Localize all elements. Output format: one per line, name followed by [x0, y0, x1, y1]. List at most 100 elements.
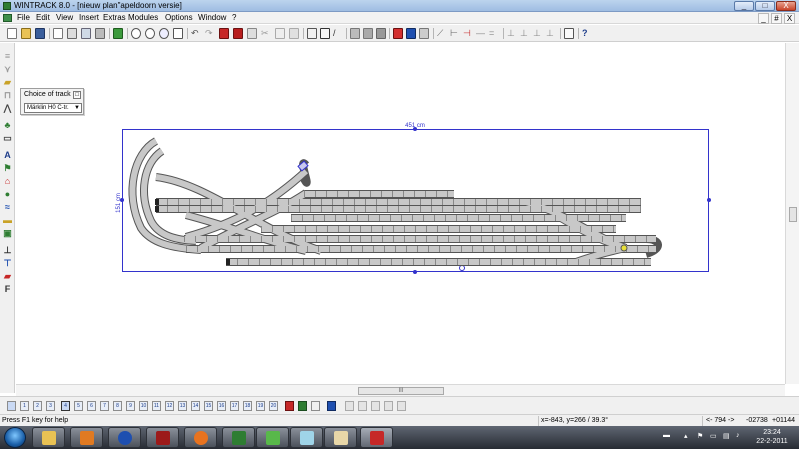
palette-font-icon[interactable]: F	[3, 285, 12, 294]
tray-keyboard-icon[interactable]: ▬	[663, 432, 670, 439]
palette-scenery-icon[interactable]: ▰	[3, 78, 12, 87]
zoom-all-icon[interactable]	[173, 28, 183, 39]
layer-9-button[interactable]: 9	[126, 401, 135, 411]
page-setup-icon[interactable]	[81, 28, 91, 39]
layer-lock-icon[interactable]	[311, 401, 320, 411]
cut-icon[interactable]: ✂	[261, 28, 271, 39]
palette-turnout-icon[interactable]: ⋎	[3, 65, 12, 74]
level-4-icon[interactable]	[384, 401, 393, 411]
layer-1-button[interactable]: 1	[20, 401, 29, 411]
level-2-icon[interactable]	[358, 401, 367, 411]
paste-icon[interactable]	[289, 28, 299, 39]
menu-edit[interactable]: Edit	[36, 13, 50, 23]
mdi-minimize-button[interactable]: _	[758, 13, 769, 24]
layer-13-button[interactable]: 13	[178, 401, 187, 411]
tray-flag-icon[interactable]: ⚑	[697, 432, 703, 440]
layer-manager-icon[interactable]	[327, 401, 336, 411]
palette-bridge-icon[interactable]: ⊓	[3, 91, 12, 100]
taskbar-app-6[interactable]	[222, 427, 255, 448]
layer-visibility-icon[interactable]	[298, 401, 307, 411]
palette-height-icon[interactable]: ⊥	[3, 246, 12, 255]
palette-water-icon[interactable]: ≈	[3, 203, 12, 212]
undo-icon[interactable]: ↶	[191, 28, 201, 39]
palette-map-icon[interactable]: ▣	[3, 229, 12, 238]
line-icon[interactable]: /	[333, 28, 343, 39]
layer-2-button[interactable]: 2	[33, 401, 42, 411]
print-icon[interactable]	[67, 28, 77, 39]
start-button[interactable]	[4, 427, 26, 448]
horizontal-scrollbar[interactable]: III	[16, 384, 785, 396]
snap-icon[interactable]: ⊥	[520, 28, 530, 39]
center-icon[interactable]	[564, 28, 574, 39]
horizontal-scroll-thumb[interactable]: III	[358, 387, 444, 395]
layer-11-button[interactable]: 11	[152, 401, 161, 411]
height-icon[interactable]	[419, 28, 429, 39]
taskbar-app-7[interactable]	[256, 427, 289, 448]
menu-help[interactable]: ?	[232, 13, 236, 23]
level-1-icon[interactable]	[345, 401, 354, 411]
layer-12-button[interactable]: 12	[165, 401, 174, 411]
layer-icon[interactable]: ⊥	[533, 28, 543, 39]
layer-15-button[interactable]: 15	[204, 401, 213, 411]
palette-wall-icon[interactable]: ▰	[3, 272, 12, 281]
palette-tree-icon[interactable]: ♣	[3, 121, 12, 130]
palette-tunnel-icon[interactable]: ⋀	[3, 104, 12, 113]
layer-5-button[interactable]: 5	[74, 401, 83, 411]
document-icon[interactable]	[3, 14, 12, 22]
palette-track-icon[interactable]: ≡	[3, 52, 12, 61]
panel-close-icon[interactable]: □	[73, 91, 81, 99]
minimize-button[interactable]: _	[734, 1, 754, 11]
layer-19-button[interactable]: 19	[256, 401, 265, 411]
properties-icon[interactable]	[247, 28, 257, 39]
delete-icon[interactable]	[219, 28, 229, 39]
taskbar-app-4[interactable]	[146, 427, 179, 448]
track-system-select[interactable]: Märklin H0 C-tr. ▼	[24, 103, 82, 113]
delete-all-icon[interactable]	[233, 28, 243, 39]
layer-8-button[interactable]: 8	[113, 401, 122, 411]
parallel-icon[interactable]: =	[489, 28, 499, 39]
mdi-restore-button[interactable]: #	[771, 13, 782, 24]
track-tool-icon[interactable]	[350, 28, 360, 39]
measure-icon[interactable]: ⊢	[450, 28, 460, 39]
zoom-out-icon[interactable]	[131, 28, 141, 39]
ruler-icon[interactable]: —	[476, 28, 486, 39]
menu-insert[interactable]: Insert	[79, 13, 99, 23]
level-5-icon[interactable]	[397, 401, 406, 411]
layer-4-button[interactable]: 4	[61, 401, 70, 411]
menu-modules[interactable]: Modules	[128, 13, 158, 23]
vertical-scrollbar[interactable]	[785, 43, 799, 384]
palette-building-icon[interactable]: ▭	[3, 134, 12, 143]
dimension-icon[interactable]: ⊣	[463, 28, 473, 39]
palette-house-icon[interactable]: ⌂	[3, 177, 12, 186]
menu-extras[interactable]: Extras	[103, 13, 126, 23]
taskbar-app-3[interactable]	[108, 427, 141, 448]
palette-text-icon[interactable]: A	[3, 151, 12, 160]
section-icon[interactable]: ⊥	[546, 28, 556, 39]
copy-icon[interactable]	[275, 28, 285, 39]
taskbar-app-9[interactable]	[324, 427, 357, 448]
taskbar-wintrack[interactable]	[360, 427, 393, 448]
flex-track-icon[interactable]	[376, 28, 386, 39]
tray-network-icon[interactable]: ▤	[723, 432, 730, 440]
printer-settings-icon[interactable]	[95, 28, 105, 39]
tray-volume-icon[interactable]: ♪	[736, 432, 740, 439]
3d-view-icon[interactable]	[113, 28, 123, 39]
taskbar-media-player[interactable]	[70, 427, 103, 448]
slope-icon[interactable]: ⟋	[437, 28, 447, 39]
layer-20-button[interactable]: 20	[269, 401, 278, 411]
tray-arrow-icon[interactable]: ▴	[684, 432, 688, 440]
layer-3-button[interactable]: 3	[46, 401, 55, 411]
mdi-close-button[interactable]: X	[784, 13, 795, 24]
turnout-tool-icon[interactable]	[363, 28, 373, 39]
taskbar-clock[interactable]: 23:24 22-2-2011	[750, 428, 794, 446]
align-icon[interactable]	[406, 28, 416, 39]
menu-file[interactable]: File	[17, 13, 30, 23]
palette-road-icon[interactable]: ▬	[3, 216, 12, 225]
menu-window[interactable]: Window	[198, 13, 226, 23]
grid-icon[interactable]: ⊥	[507, 28, 517, 39]
zoom-window-icon[interactable]	[159, 28, 169, 39]
layer-color-icon[interactable]	[285, 401, 294, 411]
layer-10-button[interactable]: 10	[139, 401, 148, 411]
menu-view[interactable]: View	[56, 13, 73, 23]
connect-icon[interactable]	[393, 28, 403, 39]
